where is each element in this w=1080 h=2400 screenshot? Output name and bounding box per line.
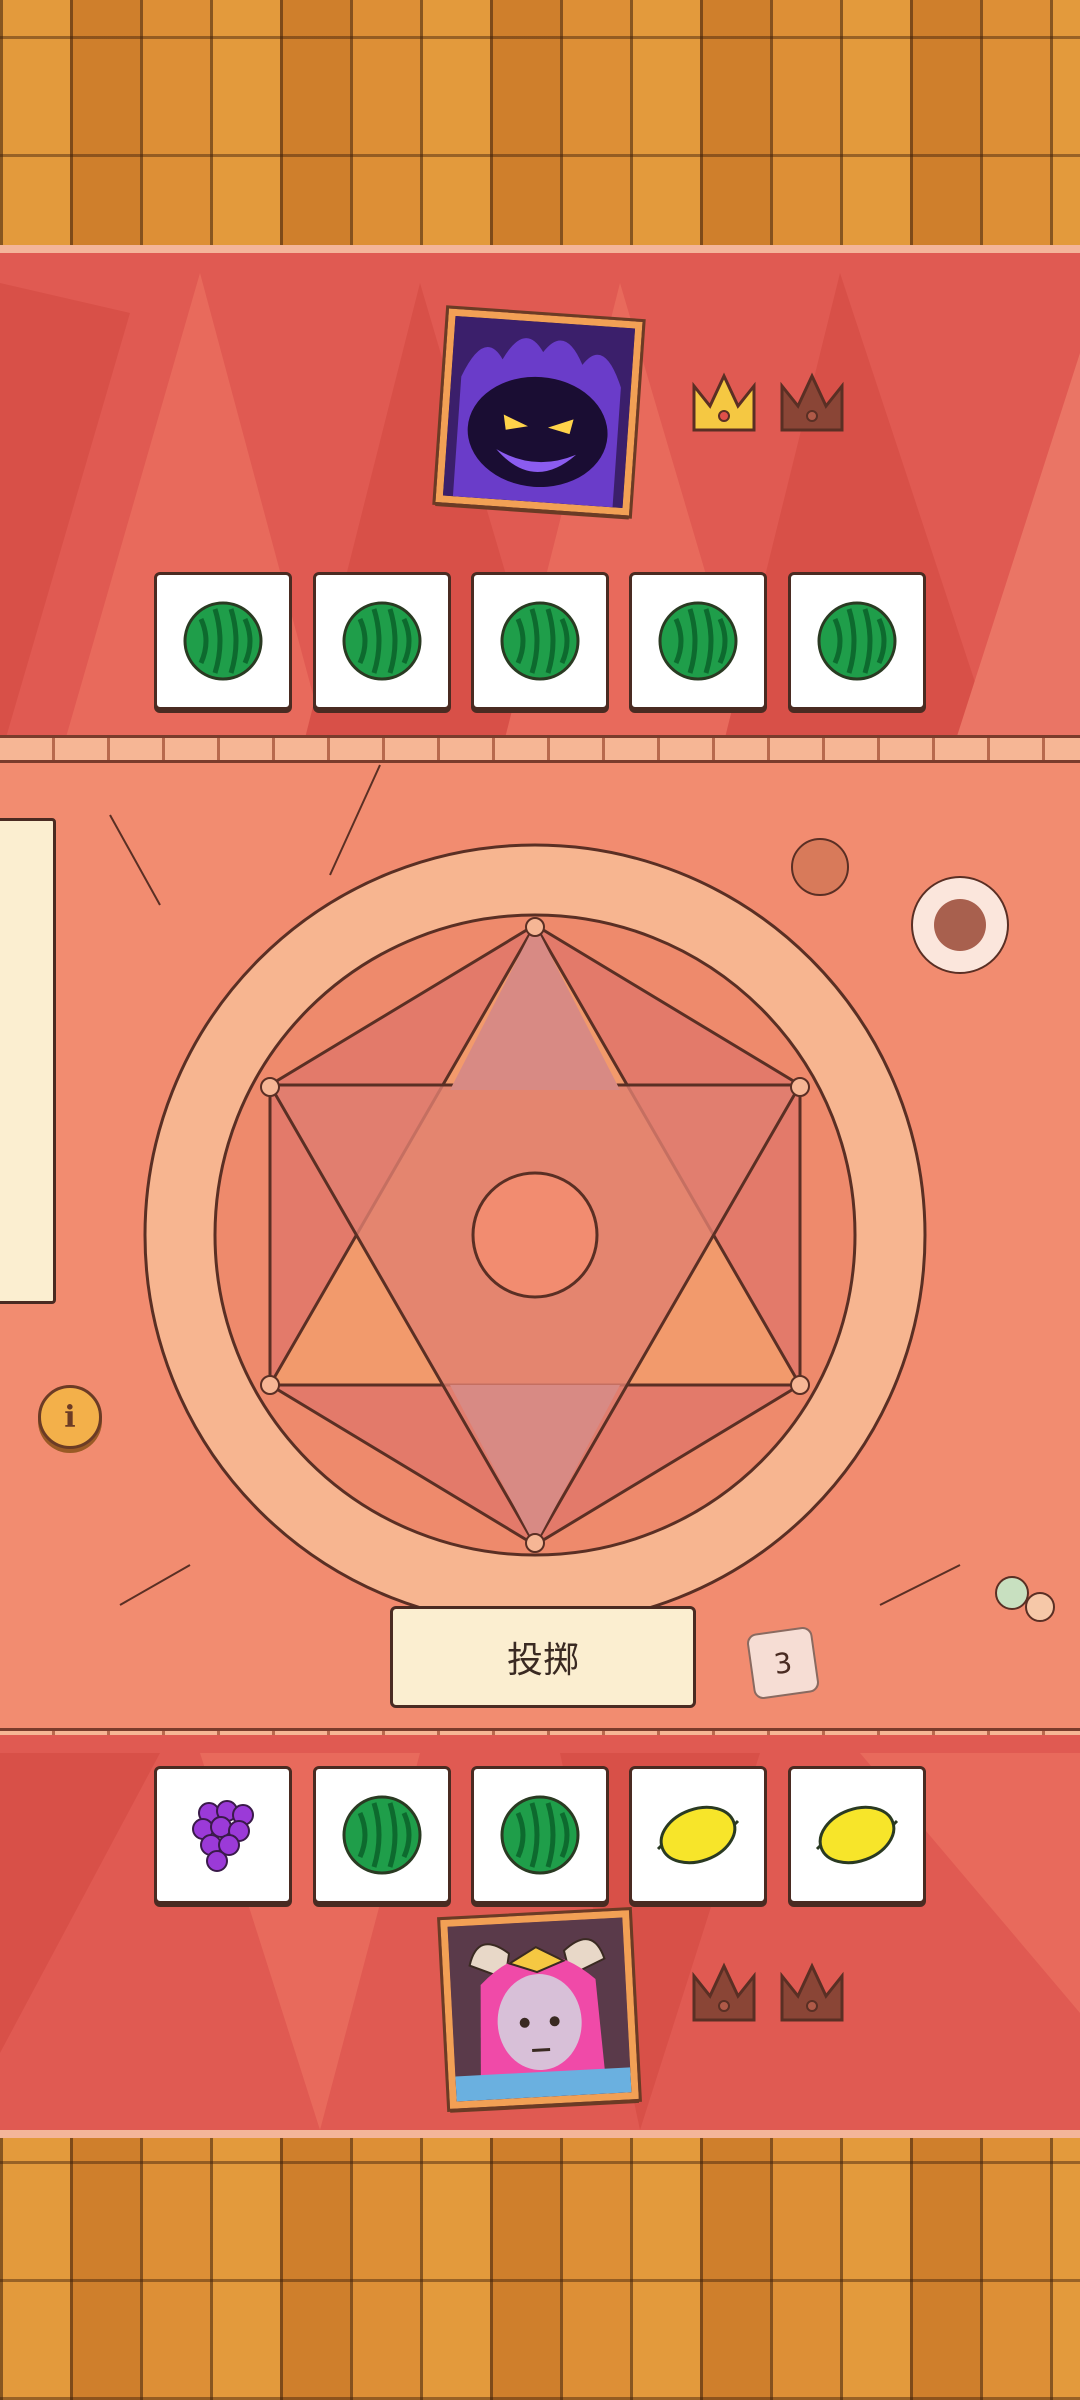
player-crown-1-icon: [692, 1962, 756, 2022]
watermelon-icon: [342, 601, 422, 681]
player-die-1[interactable]: [154, 1766, 292, 1904]
watermelon-icon: [183, 601, 263, 681]
roll-button-label: 投掷: [506, 1640, 579, 1681]
grapes-icon: [192, 1800, 254, 1872]
watermelon-icon: [342, 1795, 422, 1875]
player-die-4[interactable]: [629, 1766, 767, 1904]
player-crown-2-icon: [780, 1962, 844, 2022]
lemon-icon: [656, 1805, 740, 1865]
magic-circle: [109, 764, 1055, 1627]
opponent-die-4: [629, 572, 767, 710]
game-table: [0, 745, 1080, 1730]
player-die-5[interactable]: [788, 1766, 926, 1904]
player-die-3[interactable]: [471, 1766, 609, 1904]
player-portrait: [437, 1907, 642, 2112]
table-edge-top: [0, 735, 1080, 763]
rolls-remaining-die: 3: [745, 1625, 821, 1701]
opponent-die-2: [313, 572, 451, 710]
score-scroll[interactable]: [0, 818, 56, 1304]
watermelon-icon: [817, 601, 897, 681]
opponent-crown-1-icon: [692, 372, 756, 432]
opponent-crown-2-icon: [780, 372, 844, 432]
roll-button[interactable]: 投掷: [390, 1606, 696, 1708]
watermelon-icon: [500, 1795, 580, 1875]
opponent-portrait: [432, 305, 646, 519]
wooden-floor-bottom: [0, 2120, 1080, 2400]
opponent-die-3: [471, 572, 609, 710]
opponent-die-1: [154, 572, 292, 710]
lemon-icon: [815, 1805, 899, 1865]
wooden-floor-top: [0, 0, 1080, 275]
player-die-2[interactable]: [313, 1766, 451, 1904]
pink-horned-girl-icon: [447, 1917, 632, 2102]
rolls-remaining-count: 3: [771, 1645, 795, 1681]
opponent-die-5: [788, 572, 926, 710]
info-button[interactable]: i: [38, 1385, 102, 1449]
shadow-demon-icon: [442, 315, 636, 509]
watermelon-icon: [658, 601, 738, 681]
watermelon-icon: [500, 601, 580, 681]
info-icon: i: [64, 1399, 76, 1435]
